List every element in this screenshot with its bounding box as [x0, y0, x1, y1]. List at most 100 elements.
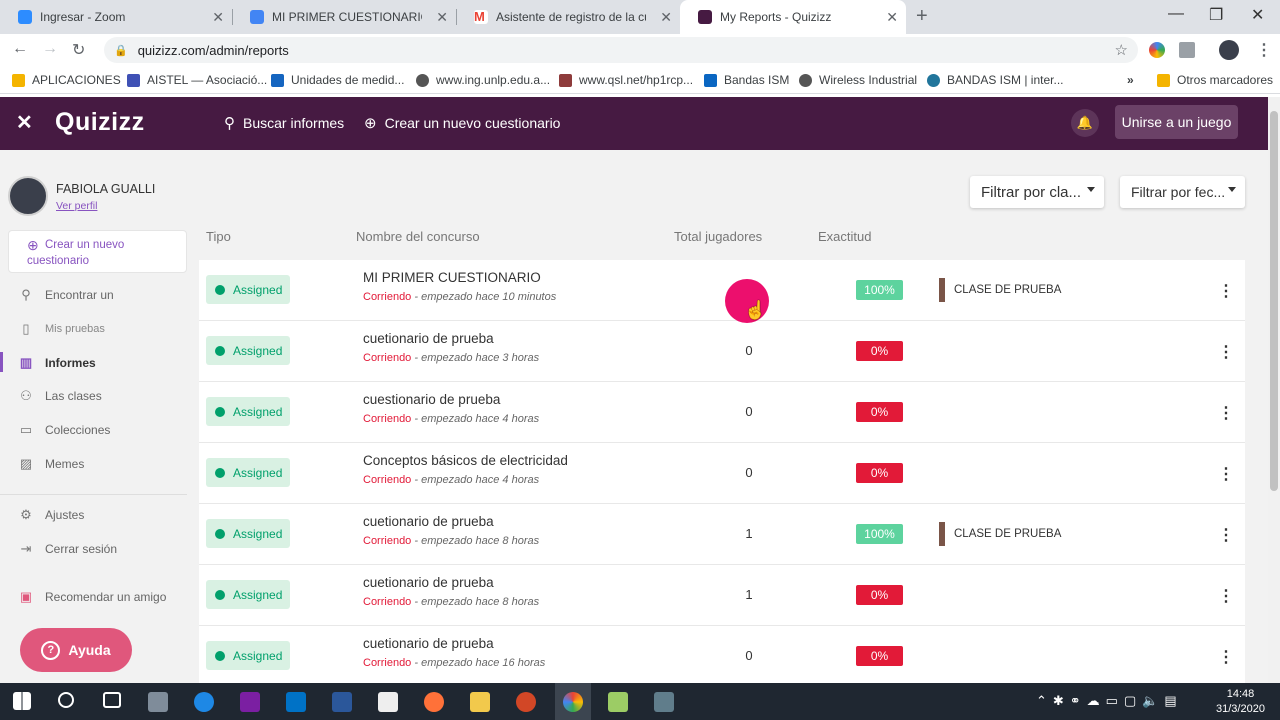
view-profile-link[interactable]: Ver perfil — [56, 200, 97, 212]
bookmark-item[interactable]: Otros marcadores — [1157, 73, 1273, 87]
notes-icon[interactable] — [608, 692, 628, 712]
more-bookmarks-icon[interactable]: » — [1127, 73, 1134, 87]
sidebar-item-my-quizzes[interactable]: ▯ Mis pruebas — [18, 321, 105, 337]
chrome-icon[interactable] — [563, 692, 583, 712]
quiz-name[interactable]: MI PRIMER CUESTIONARIO — [363, 270, 541, 285]
word-icon[interactable] — [332, 692, 352, 712]
join-game-button[interactable]: Unirse a un juego — [1115, 105, 1238, 139]
clock-icon — [215, 528, 225, 539]
store-icon[interactable] — [378, 692, 398, 712]
firefox-icon[interactable] — [424, 692, 444, 712]
browser-tab[interactable]: M Asistente de registro de la cuenta ✕ — [456, 0, 680, 34]
bookmark-item[interactable]: APLICACIONES — [12, 73, 121, 87]
edge-icon[interactable] — [194, 692, 214, 712]
outlook-icon[interactable] — [286, 692, 306, 712]
sidebar-item-classes[interactable]: ⚇ Las clases — [18, 388, 102, 404]
sidebar-item-find[interactable]: ⚲ Encontrar un — [18, 287, 113, 303]
globe-icon — [416, 73, 429, 87]
browser-tab[interactable]: MI PRIMER CUESTIONARIO ✕ — [232, 0, 456, 34]
drive-icon[interactable] — [1179, 42, 1195, 58]
url-bar[interactable]: 🔒 quizizz.com/admin/reports ☆ — [104, 37, 1138, 63]
powerpoint-icon[interactable] — [516, 692, 536, 712]
chevron-down-icon — [1087, 187, 1095, 192]
bookmark-item[interactable]: AISTEL — Asociació... — [127, 73, 267, 87]
quiz-name[interactable]: cuetionario de prueba — [363, 636, 494, 651]
forward-icon[interactable]: → — [42, 40, 58, 58]
onenote-icon[interactable] — [240, 692, 260, 712]
extension-icon[interactable] — [1149, 42, 1165, 58]
bell-icon[interactable]: 🔔 — [1071, 109, 1099, 137]
minimize-icon[interactable]: — — [1168, 5, 1184, 23]
bookmark-item[interactable]: Bandas ISM — [704, 73, 789, 87]
quiz-name[interactable]: cuetionario de prueba — [363, 331, 494, 346]
back-icon[interactable]: ← — [12, 40, 28, 58]
browser-tab-active[interactable]: My Reports - Quizizz ✕ — [680, 0, 906, 34]
filter-by-date-dropdown[interactable]: Filtrar por fec... — [1120, 176, 1245, 208]
bookmark-item[interactable]: BANDAS ISM | inter... — [927, 73, 1063, 87]
more-options-icon[interactable]: ⋮ — [1218, 342, 1234, 362]
bookmark-item[interactable]: Wireless Industrial — [799, 73, 917, 87]
sidebar-item-logout[interactable]: ⇥ Cerrar sesión — [18, 541, 117, 557]
close-tab-icon[interactable]: ✕ — [886, 9, 898, 26]
table-row[interactable]: Assigned cuetionario de prueba Corriendo -… — [199, 565, 1245, 626]
profile-avatar-icon[interactable] — [1219, 40, 1239, 60]
more-options-icon[interactable]: ⋮ — [1218, 525, 1234, 545]
started-time: - empezado hace 3 horas — [411, 352, 540, 364]
close-window-icon[interactable]: ✕ — [1251, 5, 1264, 25]
table-row[interactable]: Assigned Conceptos básicos de electricida… — [199, 443, 1245, 504]
more-options-icon[interactable]: ⋮ — [1218, 586, 1234, 606]
system-tray-icons[interactable]: ⌃✱⚭☁▭▢🔈▤ — [1036, 693, 1183, 709]
more-options-icon[interactable]: ⋮ — [1218, 403, 1234, 423]
close-tab-icon[interactable]: ✕ — [436, 9, 448, 26]
table-row[interactable]: Assigned cuestionario de prueba Corriendo … — [199, 382, 1245, 443]
app-icon[interactable] — [654, 692, 674, 712]
sidebar-item-reports[interactable]: ▥ Informes — [18, 355, 96, 371]
sidebar-item-memes[interactable]: ▨ Memes — [18, 456, 85, 472]
create-quiz-link[interactable]: ⊕ Crear un nuevo cuestionario — [364, 114, 560, 132]
quiz-name[interactable]: cuetionario de prueba — [363, 575, 494, 590]
search-icon[interactable] — [58, 692, 74, 708]
close-tab-icon[interactable]: ✕ — [660, 9, 672, 26]
close-tab-icon[interactable]: ✕ — [212, 9, 224, 26]
maximize-icon[interactable]: ❐ — [1209, 5, 1223, 25]
browser-tab[interactable]: Ingresar - Zoom ✕ — [0, 0, 232, 34]
page-scrollbar[interactable] — [1268, 97, 1280, 683]
reload-icon[interactable]: ↻ — [72, 40, 85, 60]
quizizz-logo[interactable]: Quizizz — [55, 108, 145, 137]
file-explorer-icon[interactable] — [470, 692, 490, 712]
running-status: Corriendo — [363, 657, 412, 669]
search-reports-link[interactable]: ⚲ Buscar informes — [224, 114, 344, 132]
task-view-icon[interactable] — [103, 692, 121, 708]
quizizz-icon — [698, 10, 712, 24]
sidebar-item-collections[interactable]: ▭ Colecciones — [18, 422, 111, 438]
search-reports-label: Buscar informes — [243, 115, 345, 131]
table-row[interactable]: Assigned cuetionario de prueba Corriendo -… — [199, 626, 1245, 683]
avatar[interactable] — [8, 176, 48, 216]
menu-dots-icon[interactable]: ⋮ — [1256, 40, 1272, 60]
bookmark-star-icon[interactable]: ☆ — [1115, 41, 1128, 59]
scroll-thumb[interactable] — [1270, 111, 1278, 491]
table-row[interactable]: Assigned MI PRIMER CUESTIONARIO Corriendo … — [199, 260, 1245, 321]
bookmark-item[interactable]: www.qsl.net/hp1rcp... — [559, 73, 693, 87]
quiz-name[interactable]: cuetionario de prueba — [363, 514, 494, 529]
quiz-name[interactable]: cuestionario de prueba — [363, 392, 500, 407]
filter-by-class-dropdown[interactable]: Filtrar por cla... — [970, 176, 1104, 208]
new-quiz-button[interactable]: ⊕ Crear un nuevo cuestionario — [8, 230, 187, 273]
sidebar-item-recommend[interactable]: ▣ Recomendar un amigo — [18, 589, 167, 605]
help-button[interactable]: ? Ayuda — [20, 628, 132, 672]
bookmark-item[interactable]: www.ing.unlp.edu.a... — [416, 73, 550, 87]
bookmark-label: BANDAS ISM | inter... — [947, 73, 1064, 87]
more-options-icon[interactable]: ⋮ — [1218, 281, 1234, 301]
app-icon[interactable] — [148, 692, 168, 712]
close-icon[interactable]: ✕ — [16, 110, 33, 135]
windows-start-icon[interactable] — [13, 692, 31, 710]
sidebar-item-settings[interactable]: ⚙ Ajustes — [18, 507, 84, 523]
new-tab-button[interactable]: + — [916, 5, 928, 28]
table-row[interactable]: Assigned cuetionario de prueba Corriendo -… — [199, 321, 1245, 382]
more-options-icon[interactable]: ⋮ — [1218, 464, 1234, 484]
clock[interactable]: 14:48 31/3/2020 — [1216, 687, 1265, 717]
more-options-icon[interactable]: ⋮ — [1218, 647, 1234, 667]
table-row[interactable]: Assigned cuetionario de prueba Corriendo -… — [199, 504, 1245, 565]
bookmark-item[interactable]: Unidades de medid... — [271, 73, 404, 87]
quiz-name[interactable]: Conceptos básicos de electricidad — [363, 453, 568, 468]
